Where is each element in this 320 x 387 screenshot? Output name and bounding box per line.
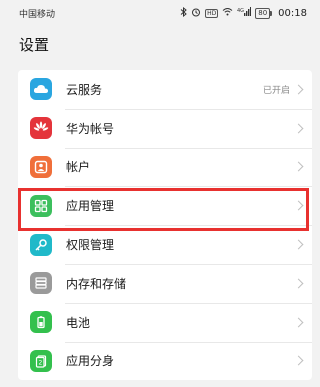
settings-item-cloud[interactable]: 云服务 已开启: [18, 70, 312, 109]
settings-item-accounts[interactable]: 帐户: [18, 147, 312, 187]
divider: [65, 341, 312, 343]
apps-grid-icon: [30, 194, 52, 217]
settings-item-app-twin[interactable]: 2 应用分身: [18, 341, 312, 381]
battery-indicator: 80: [255, 7, 273, 19]
wifi-icon: [222, 7, 233, 19]
divider: [65, 108, 312, 110]
battery-level: 80: [258, 8, 268, 17]
chevron-right-icon: [293, 278, 304, 289]
storage-icon: [30, 272, 52, 295]
settings-item-label: 应用分身: [66, 354, 115, 369]
settings-item-app-management[interactable]: 应用管理: [18, 186, 312, 225]
chevron-right-icon: [293, 200, 304, 211]
cloud-icon: [30, 78, 52, 101]
svg-text:2: 2: [39, 359, 43, 366]
chevron-right-icon: [293, 84, 304, 95]
settings-item-permissions[interactable]: 权限管理: [18, 225, 312, 264]
app-twin-icon: 2: [30, 349, 52, 372]
settings-item-storage[interactable]: 内存和存储: [18, 263, 312, 303]
clock: 00:18: [278, 7, 307, 19]
divider: [65, 302, 312, 304]
chevron-right-icon: [293, 239, 304, 250]
settings-item-label: 权限管理: [66, 238, 115, 253]
settings-item-label: 帐户: [66, 160, 91, 175]
alarm-icon: [191, 7, 201, 20]
chevron-right-icon: [293, 123, 304, 134]
svg-text:4G: 4G: [237, 8, 244, 14]
key-icon: [30, 233, 52, 256]
chevron-right-icon: [293, 317, 304, 328]
settings-item-label: 华为帐号: [66, 121, 115, 136]
settings-item-label: 云服务: [66, 82, 103, 97]
battery-icon: [30, 311, 52, 334]
chevron-right-icon: [293, 162, 304, 172]
settings-item-battery[interactable]: 电池: [18, 302, 312, 342]
settings-item-label: 内存和存储: [66, 276, 127, 291]
carrier-label: 中国移动: [19, 9, 56, 20]
divider: [65, 186, 312, 188]
bluetooth-icon: [180, 6, 187, 20]
divider: [65, 263, 312, 265]
chevron-right-icon: [293, 356, 304, 366]
settings-item-huawei-id[interactable]: 华为帐号: [18, 108, 312, 148]
divider: [65, 225, 312, 227]
settings-item-status: 已开启: [262, 85, 290, 96]
settings-item-label: 电池: [66, 315, 91, 330]
divider: [65, 147, 312, 149]
signal-icon: 4G: [237, 7, 252, 19]
settings-item-label: 应用管理: [66, 199, 115, 214]
status-bar-left: 中国移动: [19, 7, 55, 20]
status-bar: 中国移动 HD 4G 80 00:18: [0, 0, 315, 26]
page-title: 设置: [19, 36, 50, 54]
hd-badge: HD: [205, 8, 219, 18]
huawei-logo-icon: [30, 117, 52, 140]
status-bar-right: HD 4G 80 00:18: [180, 6, 307, 20]
settings-list: 云服务 已开启 华为帐号 帐户 应用管理 权限管理 内存和存储 电池 2 应用分…: [18, 70, 312, 381]
user-icon: [30, 155, 52, 178]
